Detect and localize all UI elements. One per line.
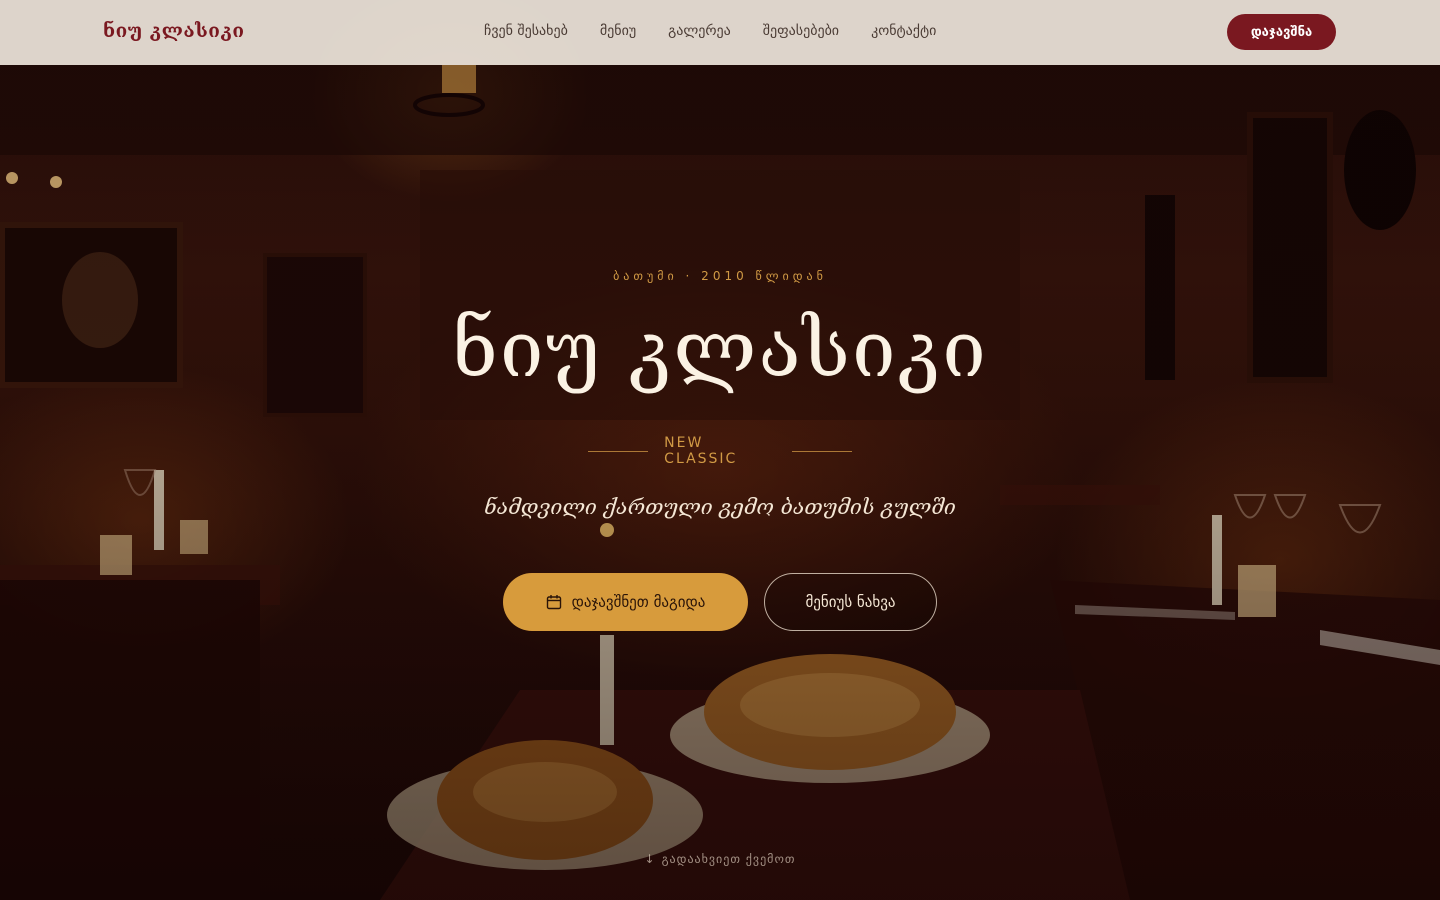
subtitle-divider-left xyxy=(588,450,649,452)
nav-link-reviews[interactable]: შეფასებები xyxy=(763,23,839,39)
calendar-icon xyxy=(546,594,562,610)
view-menu-label: მენიუს ნახვა xyxy=(805,593,896,611)
hero-tagline: ნამდვილი ქართული გემო ბათუმის გულში xyxy=(484,495,956,519)
hero-subtitle-row: NEW CLASSIC xyxy=(588,435,852,467)
hero-subtitle: NEW CLASSIC xyxy=(664,435,738,467)
brand-logo[interactable]: ნიუ კლასიკი xyxy=(103,20,245,42)
nav-links: ჩვენ შესახებ მენიუ გალერეა შეფასებები კო… xyxy=(484,23,936,39)
nav-link-contact[interactable]: კონტაქტი xyxy=(871,23,936,39)
nav-link-gallery[interactable]: გალერეა xyxy=(668,23,731,39)
top-navigation-bar: ნიუ კლასიკი ჩვენ შესახებ მენიუ გალერეა შ… xyxy=(0,0,1440,65)
scroll-down-hint[interactable]: ↓ გადაახვიეთ ქვემოთ xyxy=(0,852,1440,866)
book-table-button[interactable]: დაჯავშნეთ მაგიდა xyxy=(503,573,748,631)
nav-book-button[interactable]: დაჯავშნა xyxy=(1227,14,1336,50)
hero-title: ნიუ კლასიკი xyxy=(452,305,988,395)
view-menu-button[interactable]: მენიუს ნახვა xyxy=(764,573,937,631)
subtitle-divider-right xyxy=(791,450,852,452)
hero-eyebrow: ბათუმი · 2010 წლიდან xyxy=(613,269,827,283)
arrow-down-icon: ↓ xyxy=(644,852,656,866)
nav-link-menu[interactable]: მენიუ xyxy=(600,23,636,39)
landing-page: ნიუ კლასიკი ჩვენ შესახებ მენიუ გალერეა შ… xyxy=(0,0,1440,900)
scroll-hint-label: გადაახვიეთ ქვემოთ xyxy=(661,852,796,866)
nav-link-about[interactable]: ჩვენ შესახებ xyxy=(484,23,568,39)
book-table-label: დაჯავშნეთ მაგიდა xyxy=(571,593,706,611)
